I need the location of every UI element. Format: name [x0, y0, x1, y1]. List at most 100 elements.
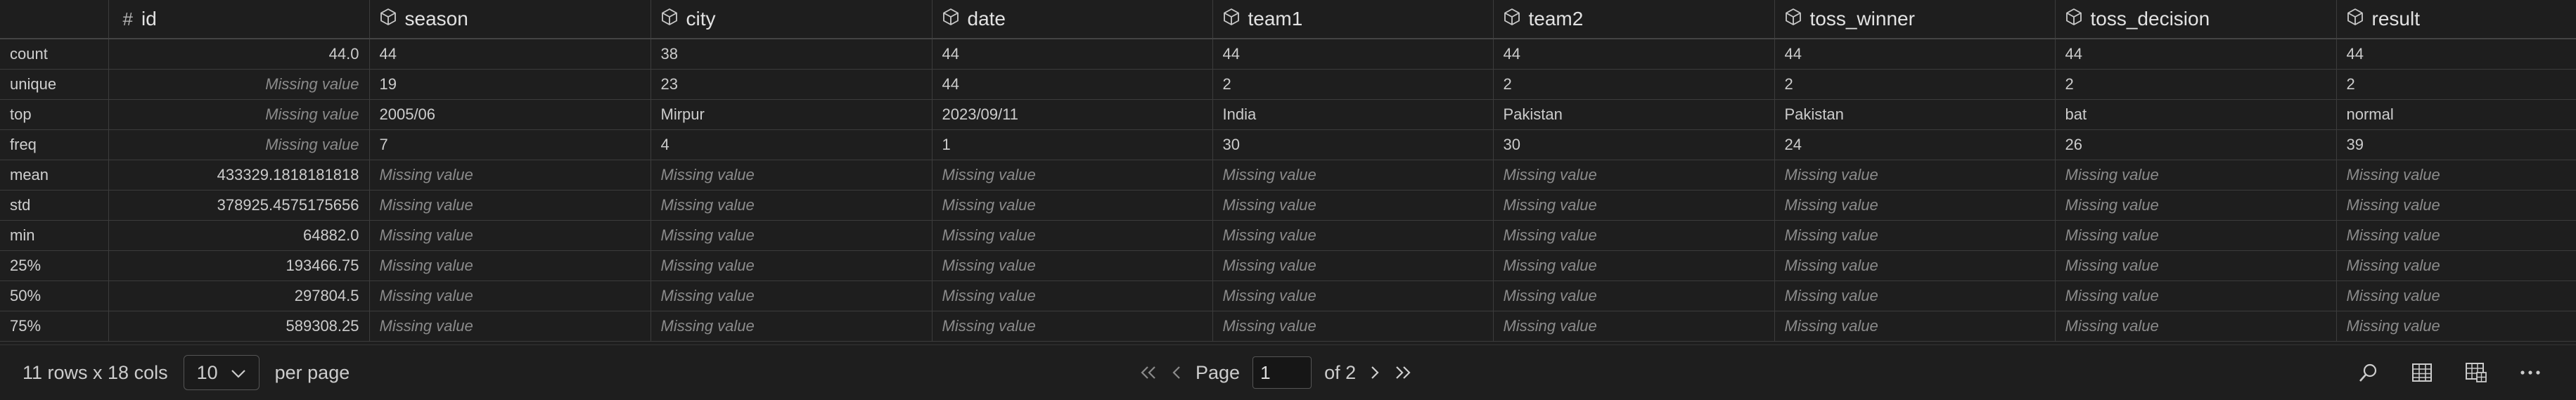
- double-chevron-right-icon[interactable]: [1394, 365, 1412, 380]
- column-header-season[interactable]: season: [369, 0, 651, 39]
- missing-cell[interactable]: Missing value: [1774, 220, 2056, 251]
- table-cell[interactable]: 589308.25: [108, 311, 370, 342]
- table-cell[interactable]: 2023/09/11: [932, 99, 1213, 130]
- table-cell[interactable]: 2: [1774, 69, 2056, 100]
- missing-cell[interactable]: Missing value: [369, 280, 651, 311]
- missing-cell[interactable]: Missing value: [932, 160, 1213, 191]
- column-header-city[interactable]: city: [651, 0, 933, 39]
- table-cell[interactable]: 2: [2336, 69, 2576, 100]
- search-icon[interactable]: [2358, 362, 2379, 383]
- missing-cell[interactable]: Missing value: [369, 250, 651, 281]
- missing-cell[interactable]: Missing value: [1493, 190, 1775, 221]
- table-cell[interactable]: 44: [2336, 39, 2576, 70]
- table-cell[interactable]: 24: [1774, 129, 2056, 160]
- missing-cell[interactable]: Missing value: [932, 220, 1213, 251]
- missing-cell[interactable]: Missing value: [2055, 190, 2337, 221]
- missing-cell[interactable]: Missing value: [369, 311, 651, 342]
- missing-cell[interactable]: Missing value: [1493, 280, 1775, 311]
- missing-cell[interactable]: Missing value: [1212, 220, 1494, 251]
- table-cell[interactable]: 30: [1493, 129, 1775, 160]
- missing-cell[interactable]: Missing value: [108, 129, 370, 160]
- column-header-team2[interactable]: team2: [1493, 0, 1775, 39]
- missing-cell[interactable]: Missing value: [1774, 160, 2056, 191]
- missing-cell[interactable]: Missing value: [1493, 311, 1775, 342]
- table-cell[interactable]: bat: [2055, 99, 2337, 130]
- missing-cell[interactable]: Missing value: [108, 99, 370, 130]
- table-cell[interactable]: 7: [369, 129, 651, 160]
- table-cell[interactable]: 1: [932, 129, 1213, 160]
- missing-cell[interactable]: Missing value: [651, 250, 933, 281]
- column-header-toss_decision[interactable]: toss_decision: [2055, 0, 2337, 39]
- missing-cell[interactable]: Missing value: [651, 280, 933, 311]
- missing-cell[interactable]: Missing value: [1493, 220, 1775, 251]
- missing-cell[interactable]: Missing value: [2055, 311, 2337, 342]
- missing-cell[interactable]: Missing value: [369, 190, 651, 221]
- table-cell[interactable]: 4: [651, 129, 933, 160]
- table-cell[interactable]: 44: [1774, 39, 2056, 70]
- table-cell[interactable]: 2: [1212, 69, 1494, 100]
- missing-cell[interactable]: Missing value: [2055, 220, 2337, 251]
- column-header-id[interactable]: # id: [108, 0, 370, 39]
- double-chevron-left-icon[interactable]: [1139, 365, 1158, 380]
- missing-cell[interactable]: Missing value: [2336, 190, 2576, 221]
- missing-cell[interactable]: Missing value: [108, 69, 370, 100]
- table-cell[interactable]: 38: [651, 39, 933, 70]
- missing-cell[interactable]: Missing value: [651, 160, 933, 191]
- table-cell[interactable]: 26: [2055, 129, 2337, 160]
- table-cell[interactable]: 2: [2055, 69, 2337, 100]
- missing-cell[interactable]: Missing value: [1774, 250, 2056, 281]
- column-header-date[interactable]: date: [932, 0, 1213, 39]
- missing-cell[interactable]: Missing value: [932, 280, 1213, 311]
- missing-cell[interactable]: Missing value: [1212, 280, 1494, 311]
- missing-cell[interactable]: Missing value: [369, 160, 651, 191]
- table-cell[interactable]: 44: [369, 39, 651, 70]
- table-cell[interactable]: 44: [932, 69, 1213, 100]
- missing-cell[interactable]: Missing value: [1212, 311, 1494, 342]
- table-cell[interactable]: India: [1212, 99, 1494, 130]
- table-cell[interactable]: 23: [651, 69, 933, 100]
- missing-cell[interactable]: Missing value: [2336, 250, 2576, 281]
- missing-cell[interactable]: Missing value: [1493, 250, 1775, 281]
- table-cell[interactable]: 44: [1493, 39, 1775, 70]
- table-cell[interactable]: 433329.1818181818: [108, 160, 370, 191]
- table-cell[interactable]: Mirpur: [651, 99, 933, 130]
- table-cell[interactable]: 30: [1212, 129, 1494, 160]
- per-page-select[interactable]: 10: [183, 355, 259, 390]
- table-cell[interactable]: 44.0: [108, 39, 370, 70]
- table-cell[interactable]: Pakistan: [1774, 99, 2056, 130]
- table-icon[interactable]: [2411, 363, 2433, 382]
- table-cell[interactable]: 39: [2336, 129, 2576, 160]
- table-cell[interactable]: normal: [2336, 99, 2576, 130]
- missing-cell[interactable]: Missing value: [932, 311, 1213, 342]
- table-cell[interactable]: Pakistan: [1493, 99, 1775, 130]
- missing-cell[interactable]: Missing value: [1212, 250, 1494, 281]
- missing-cell[interactable]: Missing value: [2055, 160, 2337, 191]
- missing-cell[interactable]: Missing value: [2336, 311, 2576, 342]
- table-cell[interactable]: 193466.75: [108, 250, 370, 281]
- missing-cell[interactable]: Missing value: [1493, 160, 1775, 191]
- table-cell[interactable]: 378925.4575175656: [108, 190, 370, 221]
- table-cell[interactable]: 297804.5: [108, 280, 370, 311]
- missing-cell[interactable]: Missing value: [651, 190, 933, 221]
- missing-cell[interactable]: Missing value: [1212, 190, 1494, 221]
- table-cell[interactable]: 44: [2055, 39, 2337, 70]
- page-input[interactable]: [1252, 356, 1312, 389]
- missing-cell[interactable]: Missing value: [651, 311, 933, 342]
- more-icon[interactable]: [2520, 370, 2541, 375]
- missing-cell[interactable]: Missing value: [1774, 190, 2056, 221]
- missing-cell[interactable]: Missing value: [1774, 280, 2056, 311]
- table-cell[interactable]: 44: [1212, 39, 1494, 70]
- table-cell[interactable]: 19: [369, 69, 651, 100]
- missing-cell[interactable]: Missing value: [2055, 280, 2337, 311]
- table-cell[interactable]: 64882.0: [108, 220, 370, 251]
- missing-cell[interactable]: Missing value: [369, 220, 651, 251]
- missing-cell[interactable]: Missing value: [1212, 160, 1494, 191]
- missing-cell[interactable]: Missing value: [651, 220, 933, 251]
- missing-cell[interactable]: Missing value: [1774, 311, 2056, 342]
- missing-cell[interactable]: Missing value: [932, 190, 1213, 221]
- column-header-result[interactable]: result: [2336, 0, 2576, 39]
- missing-cell[interactable]: Missing value: [2055, 250, 2337, 281]
- column-header-toss_winner[interactable]: toss_winner: [1774, 0, 2056, 39]
- table-cell[interactable]: 2005/06: [369, 99, 651, 130]
- grid-view-icon[interactable]: [2465, 362, 2487, 383]
